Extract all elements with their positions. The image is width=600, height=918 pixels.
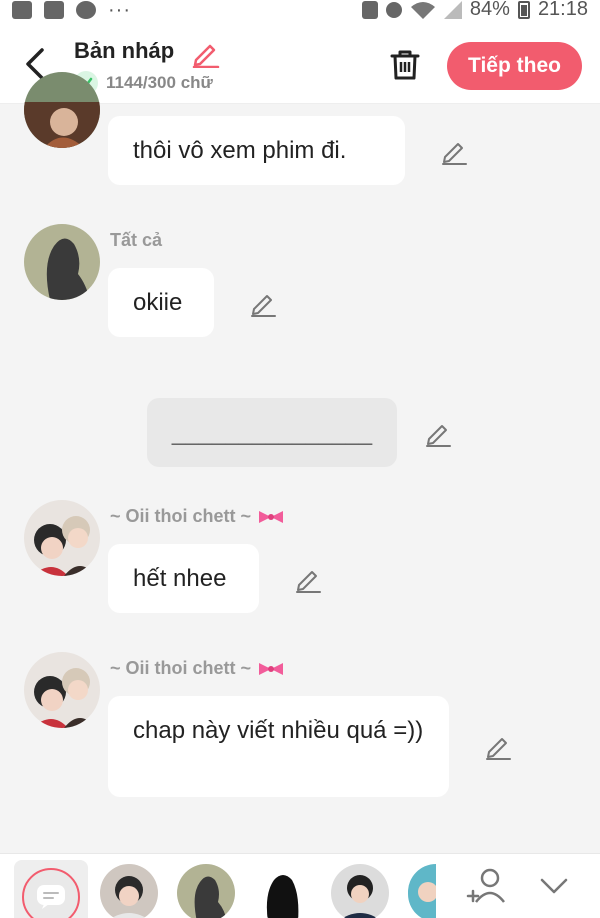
edit-title-icon[interactable] [190, 38, 220, 68]
avatar[interactable] [24, 224, 100, 300]
add-character-icon[interactable] [466, 866, 506, 906]
edit-message-icon[interactable] [484, 732, 512, 760]
narrator-tab[interactable] [14, 860, 88, 918]
recycle-icon [361, 0, 378, 19]
word-count: 1144/300 chữ [106, 73, 213, 92]
app-icon [44, 1, 64, 19]
signal-icon [443, 0, 462, 19]
more-dots-icon: ··· [108, 0, 131, 21]
character-avatar[interactable] [177, 864, 235, 918]
character-avatar[interactable] [100, 864, 158, 918]
messenger-icon [76, 1, 96, 19]
sender-name: Tất cả [110, 230, 163, 250]
chat-bubble-icon [37, 885, 65, 909]
edit-message-icon[interactable] [440, 137, 468, 165]
battery-icon [517, 0, 530, 19]
sender-name: ~ Oii thoi chett ~ [110, 506, 285, 527]
alarm-icon [385, 1, 402, 18]
page-title: Bản nháp [74, 38, 175, 63]
gallery-icon [12, 1, 32, 19]
message-bubble[interactable]: hết nhee [108, 544, 259, 613]
sender-name: ~ Oii thoi chett ~ [110, 658, 285, 679]
chevron-down-icon[interactable] [534, 866, 574, 906]
character-avatar[interactable] [331, 864, 389, 918]
edit-message-icon[interactable] [424, 419, 452, 447]
separator-text: _______________ [171, 418, 373, 446]
character-avatar[interactable] [254, 864, 312, 918]
ribbon-bow-icon [259, 510, 284, 523]
message-text: hết nhee [133, 564, 227, 592]
avatar[interactable] [24, 72, 100, 148]
ribbon-bow-icon [259, 662, 284, 675]
message-bubble[interactable]: chap này viết nhiều quá =)) [108, 696, 449, 797]
character-bar [0, 853, 600, 918]
edit-message-icon[interactable] [249, 289, 277, 317]
narrator-avatar[interactable] [22, 868, 80, 918]
edit-message-icon[interactable] [294, 565, 322, 593]
status-bar: ··· 84% 21:18 [0, 0, 600, 24]
message-bubble[interactable]: thôi vô xem phim đi. [108, 116, 405, 185]
avatar[interactable] [24, 500, 100, 576]
character-avatar[interactable] [408, 864, 436, 918]
message-text: chap này viết nhiều quá =)) [133, 717, 424, 744]
message-bubble[interactable]: okiie [108, 268, 214, 337]
battery-percent: 84% [469, 0, 510, 20]
message-text: thôi vô xem phim đi. [133, 136, 347, 164]
message-text: okiie [133, 288, 183, 316]
trash-icon[interactable] [388, 48, 422, 82]
wifi-icon [410, 1, 435, 19]
avatar[interactable] [24, 652, 100, 728]
separator-bubble[interactable]: _______________ [147, 398, 397, 467]
next-button[interactable]: Tiếp theo [447, 42, 582, 90]
clock: 21:18 [537, 0, 588, 20]
